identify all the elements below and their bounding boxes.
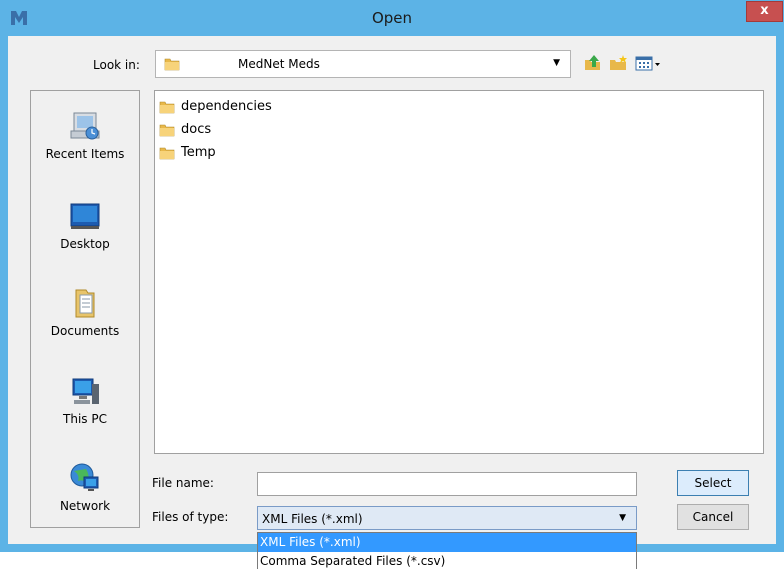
- place-label: This PC: [63, 412, 107, 426]
- file-type-label: Files of type:: [152, 510, 229, 524]
- file-name: dependencies: [181, 99, 272, 114]
- cancel-button[interactable]: Cancel: [677, 504, 749, 530]
- place-label: Desktop: [60, 237, 110, 251]
- file-list[interactable]: dependencies docs Temp: [154, 90, 764, 454]
- desktop-icon: [70, 203, 100, 229]
- title-bar[interactable]: Open x: [0, 0, 784, 36]
- network-icon: [70, 463, 99, 491]
- view-menu-icon: [635, 56, 660, 71]
- this-pc-icon: [72, 378, 99, 404]
- dialog-body: Look in: MedNet Meds ▼ Recent Items Desk…: [8, 36, 776, 544]
- window-title: Open: [371, 9, 413, 27]
- view-menu-button[interactable]: [634, 52, 664, 74]
- place-label: Documents: [50, 324, 120, 338]
- look-in-combo[interactable]: MedNet Meds ▼: [155, 50, 571, 78]
- new-folder-button[interactable]: [608, 52, 630, 74]
- place-network[interactable]: Network: [31, 461, 139, 513]
- close-icon: x: [760, 3, 769, 18]
- file-type-combo[interactable]: XML Files (*.xml) ▼: [257, 506, 637, 530]
- chevron-down-icon: ▼: [619, 513, 626, 523]
- place-recent-items[interactable]: Recent Items: [31, 109, 139, 161]
- place-this-pc[interactable]: This PC: [31, 374, 139, 426]
- folder-icon: [159, 147, 175, 160]
- new-folder-icon: [610, 55, 627, 70]
- open-dialog: Open x Look in: MedNet Meds ▼ Recent Ite…: [0, 0, 784, 552]
- place-desktop[interactable]: Desktop: [31, 199, 139, 251]
- file-name: docs: [181, 122, 212, 137]
- file-type-dropdown: XML Files (*.xml) Comma Separated Files …: [257, 532, 637, 569]
- dropdown-option-csv[interactable]: Comma Separated Files (*.csv): [258, 552, 636, 569]
- up-one-level-icon: [585, 55, 600, 70]
- place-documents[interactable]: Documents: [31, 286, 139, 338]
- close-button[interactable]: x: [746, 1, 783, 22]
- select-button[interactable]: Select: [677, 470, 749, 496]
- dropdown-option-xml[interactable]: XML Files (*.xml): [258, 533, 636, 552]
- file-name-label: File name:: [152, 476, 214, 490]
- look-in-label: Look in:: [93, 58, 140, 72]
- chevron-down-icon: ▼: [553, 58, 560, 68]
- file-type-value: XML Files (*.xml): [262, 512, 363, 526]
- folder-icon: [164, 56, 180, 75]
- folder-icon: [159, 101, 175, 114]
- place-label: Network: [59, 499, 111, 513]
- file-name-input[interactable]: [257, 472, 637, 496]
- documents-icon: [75, 289, 95, 318]
- recent-items-icon: [70, 112, 100, 140]
- place-label: Recent Items: [45, 147, 125, 161]
- up-one-level-button[interactable]: [582, 52, 604, 74]
- look-in-value: MedNet Meds: [238, 57, 320, 71]
- folder-icon: [159, 124, 175, 137]
- file-name: Temp: [181, 145, 216, 160]
- places-bar: Recent Items Desktop Documents This PC N…: [30, 90, 140, 528]
